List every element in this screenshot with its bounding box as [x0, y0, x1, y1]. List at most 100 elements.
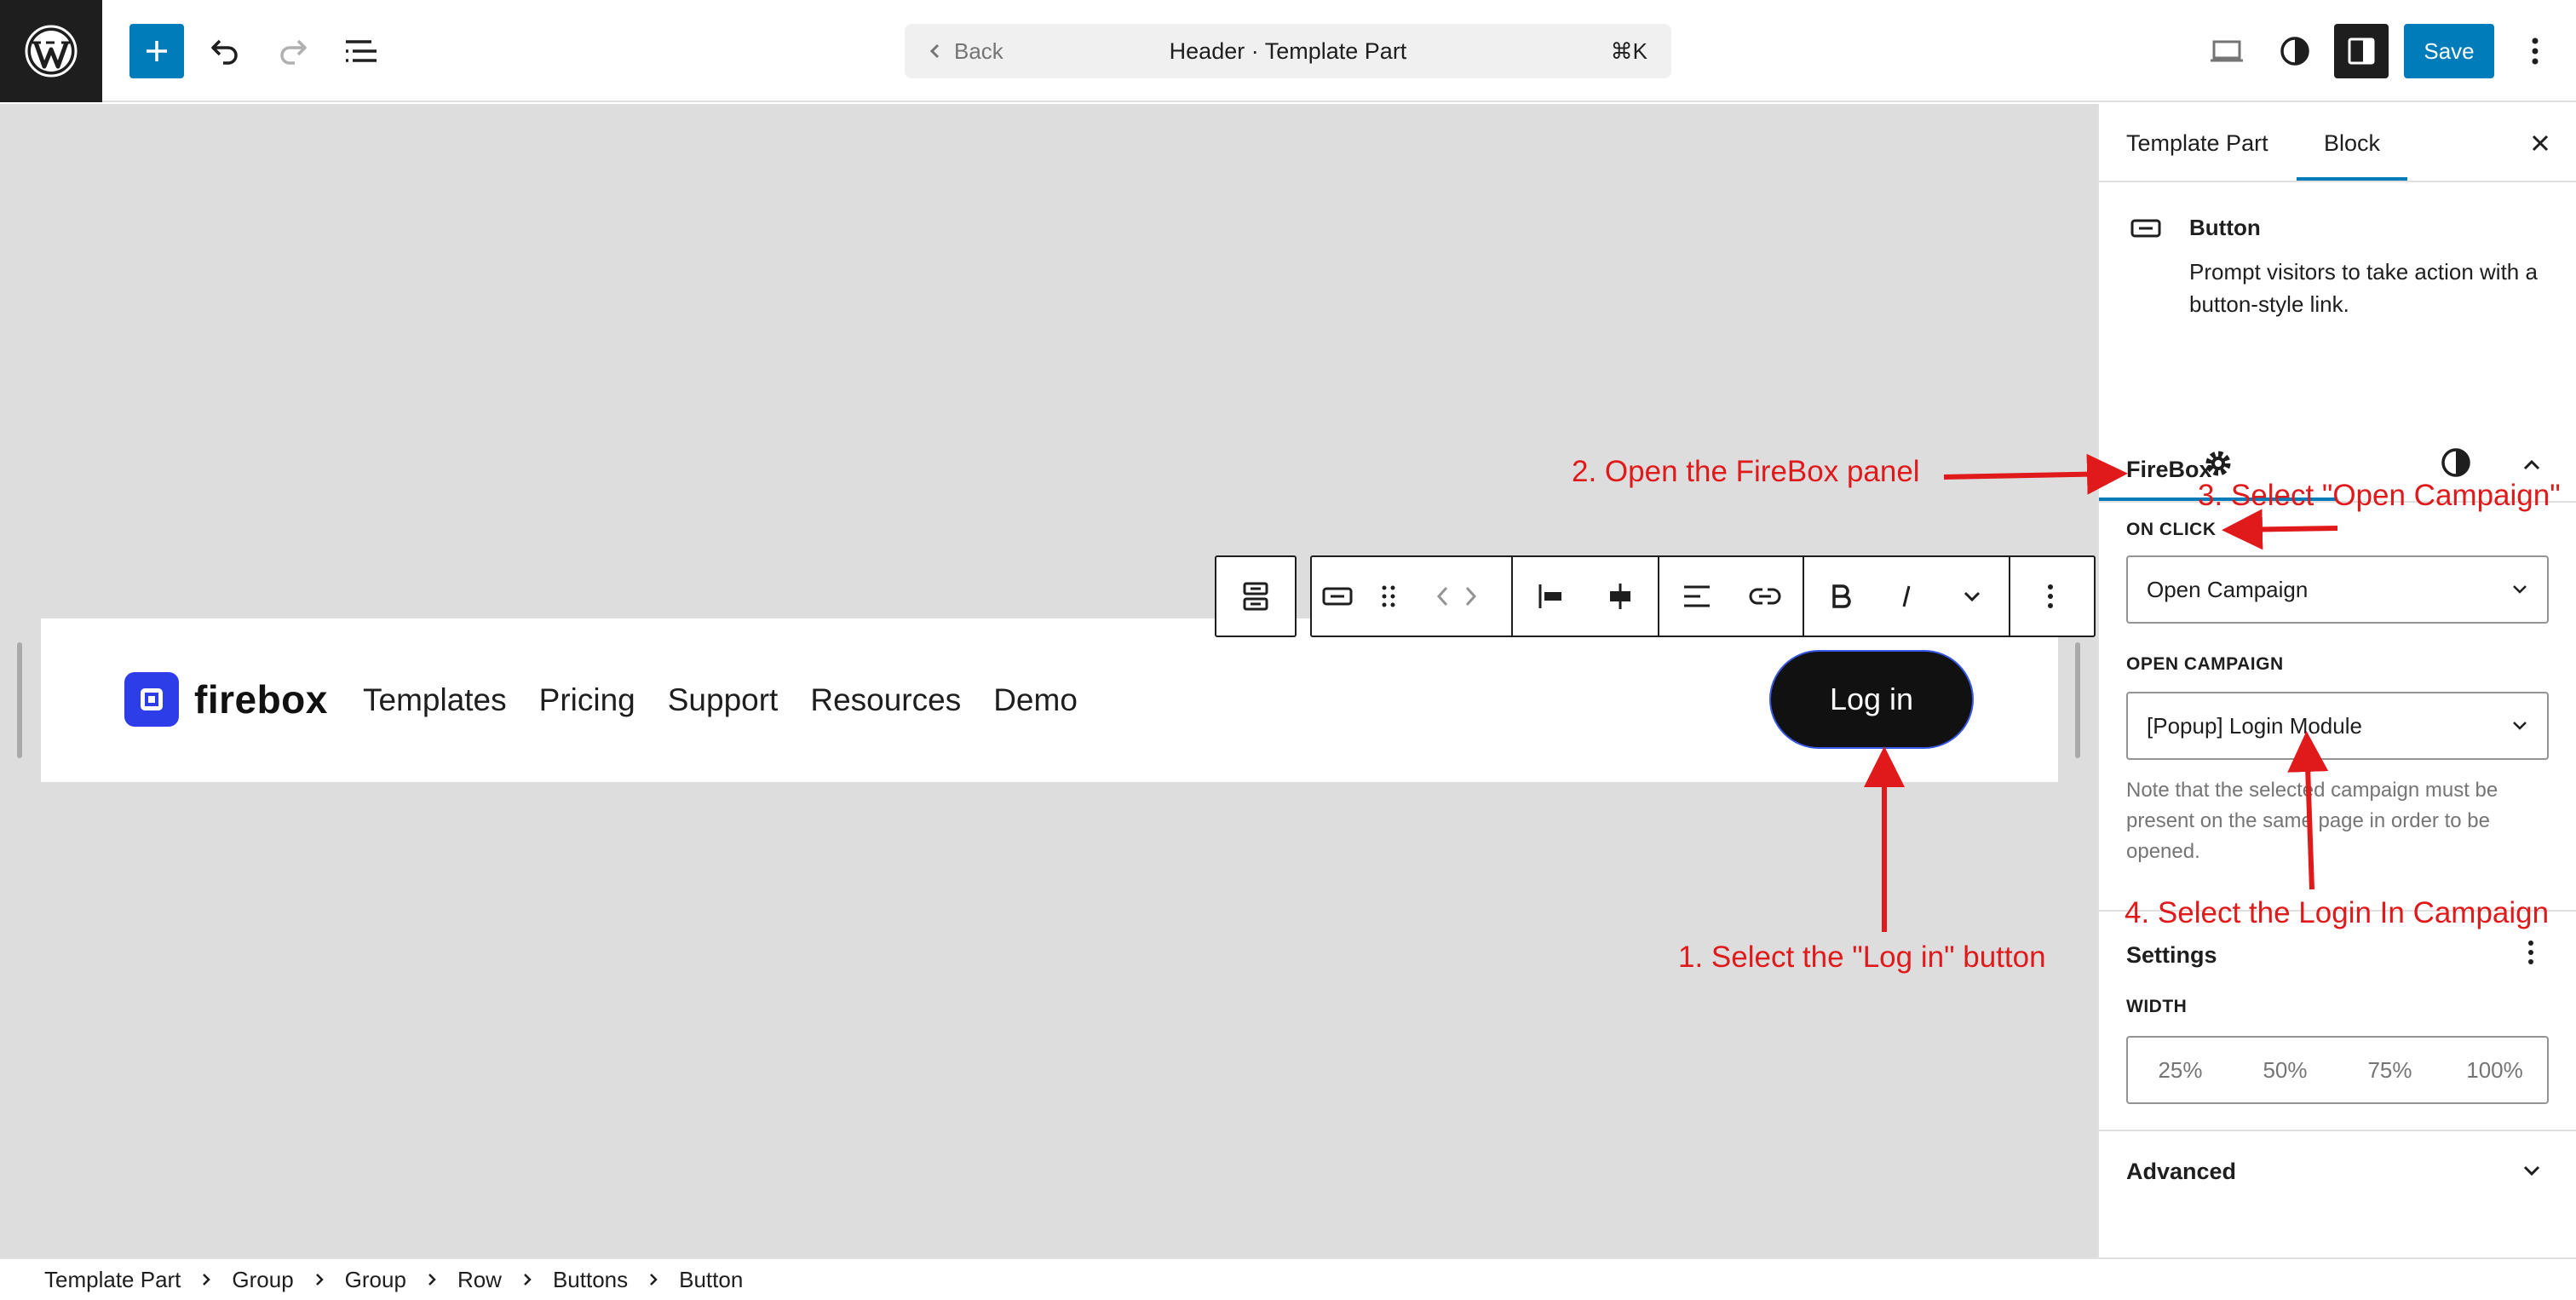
link-button[interactable]	[1734, 557, 1796, 636]
settings-sidebar-toggle[interactable]	[2334, 24, 2389, 78]
block-card-title: Button	[2189, 215, 2261, 240]
more-formats-button[interactable]	[1941, 557, 2003, 636]
block-type-button[interactable]	[1312, 557, 1363, 636]
more-vertical-icon	[2532, 37, 2539, 65]
settings-panel-title[interactable]: Settings	[2126, 942, 2217, 969]
breadcrumb-item[interactable]: Row	[457, 1267, 502, 1293]
on-click-value: Open Campaign	[2147, 576, 2309, 602]
styles-button[interactable]	[2268, 24, 2322, 78]
more-vertical-icon	[2528, 940, 2533, 964]
bold-icon	[1831, 584, 1851, 608]
campaign-help-text: Note that the selected campaign must be …	[2126, 779, 2498, 863]
annotation-step1: 1. Select the "Log in" button	[1678, 940, 2046, 974]
width-option-75[interactable]: 75%	[2337, 1057, 2442, 1084]
nav-item-support[interactable]: Support	[668, 682, 779, 718]
breadcrumb-item[interactable]: Buttons	[553, 1267, 628, 1293]
width-option-100[interactable]: 100%	[2442, 1057, 2547, 1084]
select-parent-button[interactable]	[1225, 557, 1286, 636]
breadcrumb-item[interactable]: Template Part	[44, 1267, 181, 1293]
justify-center-button[interactable]	[1590, 557, 1651, 636]
chevron-right-icon	[427, 1272, 437, 1287]
shortcut-hint: ⌘K	[1610, 37, 1647, 64]
redo-button[interactable]	[266, 24, 320, 78]
italic-button[interactable]	[1876, 557, 1937, 636]
on-click-select[interactable]: Open Campaign	[2126, 555, 2549, 624]
tab-block[interactable]: Block	[2324, 104, 2380, 182]
firebox-logo-icon	[124, 672, 179, 727]
bold-button[interactable]	[1810, 557, 1872, 636]
link-icon	[1749, 588, 1781, 605]
top-toolbar: Header · Template Part Back ⌘K Save	[0, 0, 2576, 102]
block-card-description: Prompt visitors to take action with a bu…	[2189, 259, 2538, 317]
italic-icon	[1902, 585, 1911, 607]
justify-left-icon	[1538, 584, 1561, 608]
undo-button[interactable]	[198, 24, 252, 78]
canvas-resize-handle-right[interactable]	[2075, 642, 2080, 758]
chevron-down-icon	[2513, 585, 2527, 594]
device-preview-button[interactable]	[2199, 24, 2254, 78]
on-click-label: ON CLICK	[2126, 520, 2217, 539]
justify-center-icon	[1609, 584, 1630, 609]
redo-icon	[280, 39, 307, 65]
advanced-panel-title[interactable]: Advanced	[2126, 1159, 2236, 1185]
undo-icon	[211, 39, 238, 65]
breadcrumb-item[interactable]: Group	[345, 1267, 406, 1293]
site-logo[interactable]: firebox	[124, 671, 328, 728]
tab-template-part[interactable]: Template Part	[2126, 104, 2268, 182]
block-options-button[interactable]	[2020, 557, 2081, 636]
settings-options-button[interactable]	[2527, 939, 2535, 966]
close-sidebar-button[interactable]	[2525, 128, 2556, 158]
select-parent-group	[1215, 555, 1297, 637]
text-align-button[interactable]	[1666, 557, 1728, 636]
save-button[interactable]: Save	[2404, 24, 2494, 78]
styles-tab[interactable]	[2440, 446, 2472, 479]
back-link[interactable]: Back	[929, 24, 1003, 78]
breadcrumb-item[interactable]: Group	[232, 1267, 293, 1293]
justify-left-button[interactable]	[1521, 557, 1582, 636]
breadcrumb-item[interactable]: Button	[679, 1267, 743, 1293]
contrast-icon	[2441, 448, 2470, 477]
nav-item-pricing[interactable]: Pricing	[539, 682, 635, 718]
collapse-firebox-button[interactable]	[2521, 458, 2542, 472]
annotation-step4: 4. Select the Login In Campaign	[2125, 896, 2550, 929]
panel-divider	[2099, 1130, 2576, 1131]
expand-advanced-button[interactable]	[2521, 1164, 2542, 1177]
button-block-icon	[1322, 587, 1353, 606]
nav-item-templates[interactable]: Templates	[363, 682, 507, 718]
canvas-resize-handle-left[interactable]	[17, 642, 22, 758]
options-button[interactable]	[2508, 24, 2562, 78]
document-overview-button[interactable]	[334, 24, 388, 78]
move-left-right-buttons[interactable]	[1414, 557, 1499, 636]
annotation-step3: 3. Select "Open Campaign"	[2198, 479, 2561, 512]
more-vertical-icon	[2048, 584, 2053, 608]
brand-name: firebox	[194, 677, 328, 722]
sidebar-tabs: Template Part Block	[2099, 104, 2576, 182]
plus-icon	[147, 41, 167, 61]
open-campaign-value: [Popup] Login Module	[2147, 712, 2362, 739]
nav-item-resources[interactable]: Resources	[810, 682, 961, 718]
chevron-down-icon	[1964, 591, 1981, 602]
site-navigation: Templates Pricing Support Resources Demo	[363, 673, 1078, 728]
desktop-icon	[2211, 40, 2243, 62]
close-icon	[2532, 135, 2549, 152]
command-palette-bar[interactable]: Header · Template Part Back ⌘K	[905, 24, 1671, 78]
login-button[interactable]: Log in	[1769, 650, 1974, 749]
open-campaign-select[interactable]: [Popup] Login Module	[2126, 692, 2549, 760]
chevron-left-icon	[929, 43, 940, 59]
annotation-step2: 2. Open the FireBox panel	[1572, 455, 1920, 488]
block-toolbar	[1310, 555, 2096, 637]
list-view-icon	[346, 40, 377, 62]
chevron-right-icon	[522, 1272, 532, 1287]
drag-handle-icon	[1382, 585, 1395, 607]
add-block-button[interactable]	[129, 24, 184, 78]
contrast-icon	[2280, 37, 2309, 66]
nav-item-demo[interactable]: Demo	[993, 682, 1078, 718]
chevron-left-right-icon	[1436, 586, 1477, 607]
width-option-50[interactable]: 50%	[2233, 1057, 2337, 1084]
align-left-icon	[1684, 585, 1710, 607]
drag-handle[interactable]	[1363, 557, 1414, 636]
settings-sidebar: Template Part Block Button Prompt visito…	[2097, 104, 2576, 1257]
width-option-25[interactable]: 25%	[2128, 1057, 2233, 1084]
wordpress-logo-icon[interactable]	[0, 0, 102, 102]
chevron-right-icon	[314, 1272, 325, 1287]
